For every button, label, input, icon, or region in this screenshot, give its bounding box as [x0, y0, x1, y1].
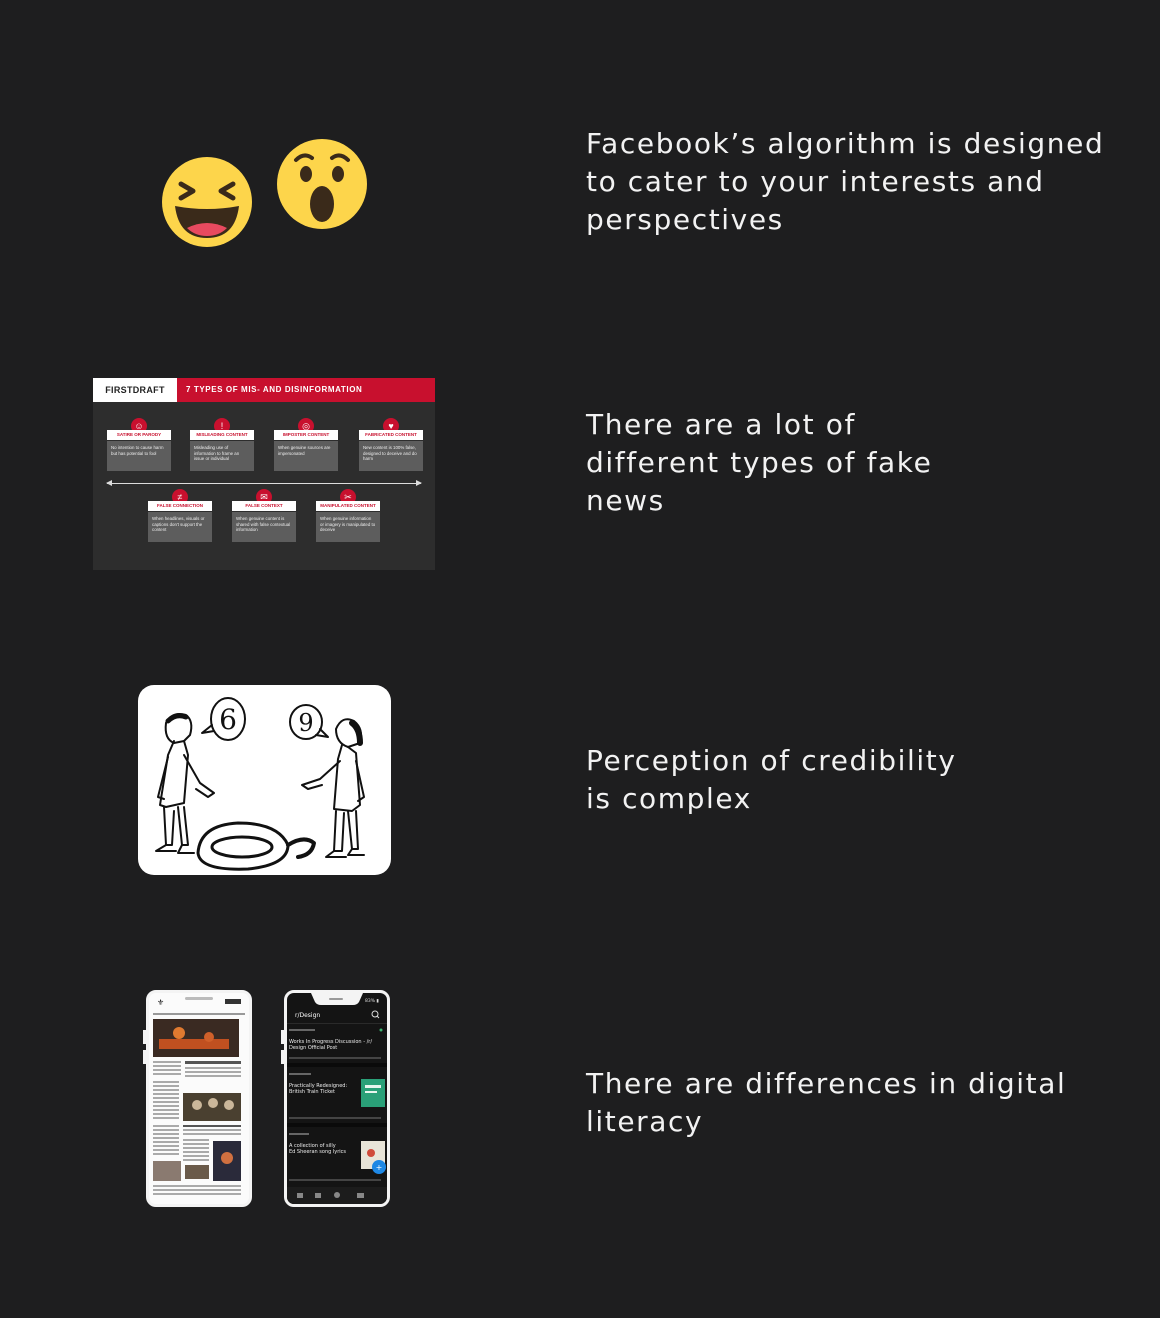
card-label: FALSE CONNECTION	[148, 501, 212, 511]
card-description: When genuine information or imagery is m…	[316, 512, 380, 542]
surprised-emoji-icon	[277, 139, 367, 229]
card-description: New content is 100% false, designed to d…	[359, 441, 423, 471]
reddit-phone: 83% ▮ r/Design Works In Progress Discuss…	[284, 990, 390, 1207]
card-description: When genuine content is shared with fals…	[232, 512, 296, 542]
card-label: MANIPULATED CONTENT	[316, 501, 380, 511]
left-bubble-digit: 6	[219, 703, 237, 736]
card-label: FALSE CONTEXT	[232, 501, 296, 511]
cartoon-illustration-icon: 6 9	[155, 697, 365, 871]
card-description: Misleading use of information to frame a…	[190, 441, 254, 471]
reddit-screen-icon: 83% ▮ r/Design Works In Progress Discuss…	[287, 993, 387, 1204]
misinformation-infographic: FIRSTDRAFT 7 TYPES OF MIS- AND DISINFORM…	[93, 378, 435, 570]
newspaper-phone: ⚜	[146, 990, 252, 1207]
caption-fake-news-types: There are a lot of different types of fa…	[586, 408, 933, 517]
infographic-header: FIRSTDRAFT 7 TYPES OF MIS- AND DISINFORM…	[93, 378, 435, 402]
card-label: IMPOSTER CONTENT	[274, 430, 338, 440]
svg-text:83% ▮: 83% ▮	[365, 998, 379, 1004]
svg-text:+: +	[376, 1163, 383, 1172]
laughing-emoji-icon	[162, 157, 252, 247]
spectrum-arrow	[106, 480, 422, 486]
six-nine-cartoon: 6 9	[138, 685, 391, 875]
card-description: When genuine sources are impersonated	[274, 441, 338, 471]
caption-credibility: Perception of credibility is complex	[586, 744, 957, 815]
card-description: When headlines, visuals or captions don'…	[148, 512, 212, 542]
page: Facebook’s algorithm is designed to cate…	[0, 0, 1160, 1318]
caption-digital-literacy: There are differences in digital literac…	[586, 1067, 1067, 1138]
svg-text:⚜: ⚜	[157, 998, 164, 1007]
caption-algorithm: Facebook’s algorithm is designed to cate…	[586, 127, 1105, 236]
card-label: MISLEADING CONTENT	[190, 430, 254, 440]
newspaper-screen-icon: ⚜	[149, 993, 249, 1204]
infographic-title: 7 TYPES OF MIS- AND DISINFORMATION	[177, 378, 435, 402]
card-label: SATIRE OR PARODY	[107, 430, 171, 440]
card-description: No intention to cause harm but has poten…	[107, 441, 171, 471]
subreddit-title: r/Design	[295, 1012, 320, 1019]
infographic-brand: FIRSTDRAFT	[93, 378, 177, 402]
right-bubble-digit: 9	[298, 709, 313, 737]
card-label: FABRICATED CONTENT	[359, 430, 423, 440]
